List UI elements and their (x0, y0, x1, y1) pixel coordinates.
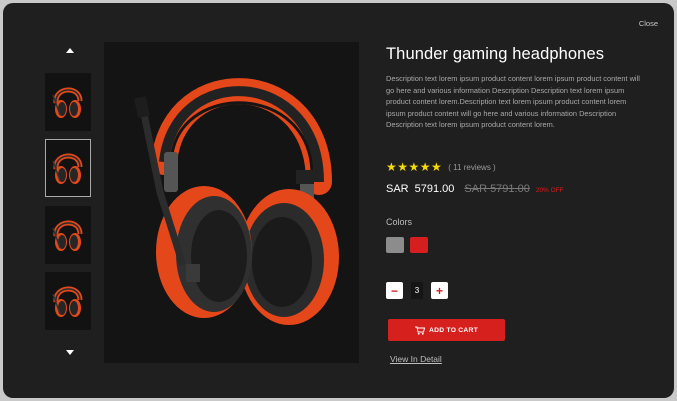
thumbnail-4[interactable] (45, 272, 91, 330)
color-swatches (386, 237, 428, 253)
quick-view-modal: Close Thunder gaming headphones Descript… (3, 3, 674, 398)
quantity-value[interactable]: 3 (411, 282, 423, 299)
add-to-cart-label: ADD TO CART (429, 326, 478, 334)
increase-quantity-button[interactable]: + (431, 282, 448, 299)
headphones-thumb-image (52, 87, 83, 118)
product-main-image (104, 42, 359, 363)
star-rating-icon: ★★★★★ (386, 160, 443, 174)
color-swatch-gray[interactable] (386, 237, 404, 253)
price-row: SAR 5791.00 SAR 5791.00 20% OFF (386, 183, 564, 195)
close-button[interactable]: Close (639, 19, 658, 28)
currency-label: SAR (386, 183, 409, 195)
headphones-image (134, 78, 339, 325)
view-in-detail-link[interactable]: View In Detail (390, 354, 442, 364)
plus-icon: + (435, 283, 443, 298)
minus-icon: − (390, 283, 398, 298)
thumbnail-2[interactable] (45, 139, 91, 197)
product-details: Thunder gaming headphones Description te… (386, 45, 648, 364)
thumbnail-gallery (43, 39, 99, 363)
reviews-count[interactable]: ( 11 reviews ) (448, 163, 495, 172)
chevron-down-icon (66, 350, 74, 355)
colors-label: Colors (386, 217, 413, 227)
product-rating: ★★★★★ ( 11 reviews ) (386, 160, 496, 174)
thumbnail-3[interactable] (45, 206, 91, 264)
headphones-thumb-image (52, 220, 83, 251)
product-description: Description text lorem ipsum product con… (386, 74, 640, 130)
original-price: SAR 5791.00 (464, 183, 530, 195)
headphones-thumb-image (52, 286, 83, 317)
headphones-thumb-image (52, 153, 83, 184)
color-swatch-red[interactable] (410, 237, 428, 253)
add-to-cart-button[interactable]: ADD TO CART (388, 319, 505, 341)
current-price: 5791.00 (414, 183, 455, 195)
scroll-down-button[interactable] (60, 344, 80, 362)
thumbnail-1[interactable] (45, 73, 91, 131)
chevron-up-icon (66, 48, 74, 53)
quantity-stepper: − 3 + (386, 282, 448, 299)
discount-badge: 20% OFF (535, 187, 564, 194)
product-title: Thunder gaming headphones (386, 45, 605, 63)
scroll-up-button[interactable] (60, 41, 80, 59)
decrease-quantity-button[interactable]: − (386, 282, 403, 299)
cart-icon (415, 326, 426, 335)
